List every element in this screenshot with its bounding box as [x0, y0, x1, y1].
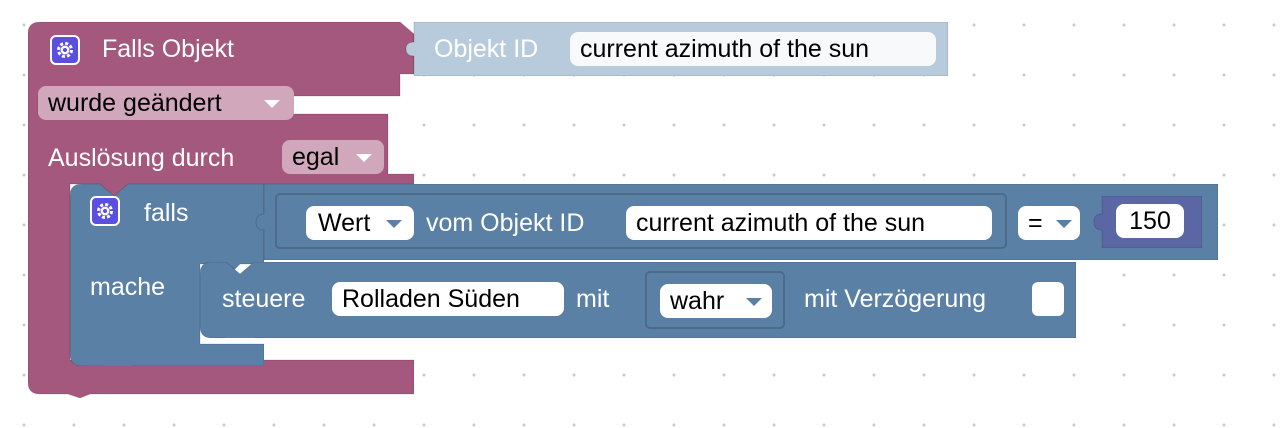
ausloesung-dropdown-value: egal — [292, 143, 340, 171]
delay-checkbox[interactable] — [1032, 282, 1064, 316]
value-dropdown[interactable]: Wert — [306, 206, 414, 240]
number-field-value: 150 — [1129, 207, 1171, 235]
value-label: vom Objekt ID — [426, 209, 585, 237]
control-with-label: mit — [576, 285, 610, 313]
operator-dropdown-value: = — [1028, 209, 1043, 237]
chevron-down-icon — [1056, 220, 1072, 228]
value-dropdown-value: Wert — [318, 209, 371, 237]
ausloesung-dropdown[interactable]: egal — [282, 140, 384, 174]
objectid-block[interactable]: Objekt ID current azimuth of the sun — [398, 22, 948, 76]
control-value-dropdown[interactable]: wahr — [660, 284, 772, 318]
control-target-field[interactable]: Rolladen Süden — [332, 282, 564, 316]
objectid-field-value: current azimuth of the sun — [580, 35, 870, 63]
gear-icon[interactable] — [90, 196, 120, 226]
chevron-down-icon — [356, 154, 372, 162]
control-target-value: Rolladen Süden — [342, 285, 520, 313]
objectid-label: Objekt ID — [434, 35, 539, 63]
chevron-down-icon — [386, 220, 402, 228]
event-block-title: Falls Objekt — [102, 35, 234, 63]
trigger-dropdown[interactable]: wurde geändert — [38, 86, 294, 120]
chevron-down-icon — [264, 100, 280, 108]
operator-dropdown[interactable]: = — [1018, 206, 1080, 240]
ausloesung-label: Auslösung durch — [48, 144, 235, 172]
objectid-field[interactable]: current azimuth of the sun — [570, 32, 936, 66]
control-value-dropdown-value: wahr — [670, 287, 725, 315]
do-label: mache — [90, 273, 166, 301]
number-field[interactable]: 150 — [1116, 204, 1184, 238]
gear-icon[interactable] — [50, 35, 80, 65]
condition-objectid-field[interactable]: current azimuth of the sun — [626, 206, 992, 240]
condition-objectid-value: current azimuth of the sun — [636, 209, 926, 237]
if-label: falls — [144, 199, 189, 227]
control-label: steuere — [222, 285, 306, 313]
compare-block[interactable]: Wert vom Objekt ID current azimuth of th… — [248, 184, 1218, 260]
control-delay-label: mit Verzögerung — [804, 285, 987, 313]
chevron-down-icon — [746, 298, 762, 306]
trigger-dropdown-value: wurde geändert — [48, 89, 222, 117]
control-block[interactable]: steuere Rolladen Süden mit wahr mit Verz… — [200, 262, 1076, 338]
